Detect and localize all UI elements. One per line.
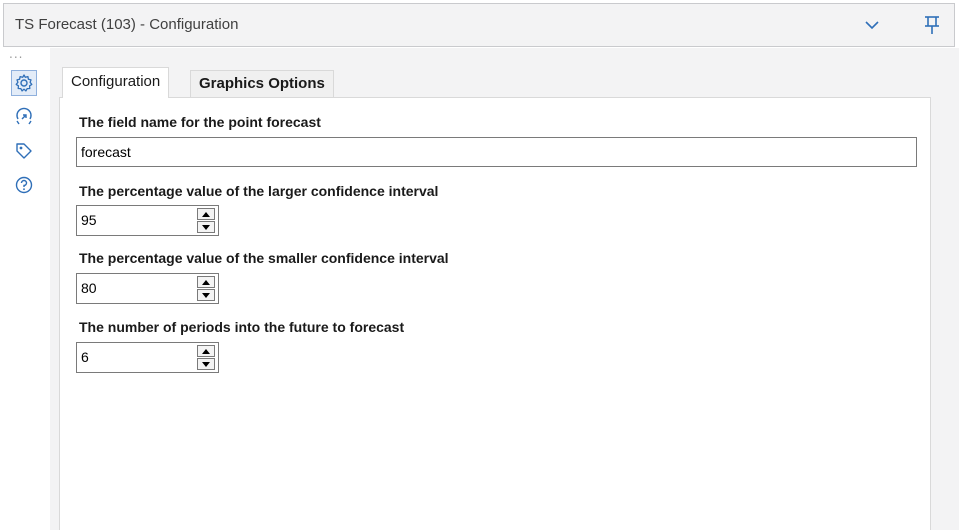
smaller-ci-increment-button[interactable] (197, 276, 215, 288)
pin-icon[interactable] (919, 12, 945, 38)
larger-ci-value[interactable]: 95 (81, 206, 97, 235)
periods-decrement-button[interactable] (197, 358, 215, 370)
tab-graphics-options[interactable]: Graphics Options (190, 70, 334, 98)
caret-up-icon (202, 279, 210, 285)
window-title: TS Forecast (103) - Configuration (15, 16, 239, 33)
gear-icon[interactable] (11, 70, 37, 96)
smaller-ci-label: The percentage value of the smaller conf… (79, 250, 449, 266)
point-forecast-label: The field name for the point forecast (79, 114, 321, 130)
caret-up-icon (202, 348, 210, 354)
caret-down-icon (202, 224, 210, 230)
title-bar: TS Forecast (103) - Configuration (3, 3, 955, 47)
smaller-ci-spinner[interactable]: 80 (76, 273, 219, 304)
smaller-ci-decrement-button[interactable] (197, 289, 215, 301)
caret-down-icon (202, 292, 210, 298)
smaller-ci-value[interactable]: 80 (81, 274, 97, 303)
caret-up-icon (202, 211, 210, 217)
larger-ci-decrement-button[interactable] (197, 221, 215, 233)
caret-down-icon (202, 361, 210, 367)
larger-ci-label: The percentage value of the larger confi… (79, 183, 439, 199)
annotation-arrow-icon[interactable] (11, 104, 37, 130)
larger-ci-spinner[interactable]: 95 (76, 205, 219, 236)
collapse-chevron-icon[interactable] (859, 12, 885, 38)
larger-ci-increment-button[interactable] (197, 208, 215, 220)
point-forecast-field[interactable]: forecast (76, 137, 917, 167)
help-circle-icon[interactable] (11, 172, 37, 198)
periods-increment-button[interactable] (197, 345, 215, 357)
tool-sidebar: ... (0, 48, 50, 530)
overflow-dots: ... (9, 47, 24, 61)
periods-spinner[interactable]: 6 (76, 342, 219, 373)
tab-configuration[interactable]: Configuration (62, 67, 170, 98)
periods-label: The number of periods into the future to… (79, 319, 405, 335)
periods-value[interactable]: 6 (81, 343, 89, 372)
configuration-window: TS Forecast (103) - Configuration ... Co… (0, 0, 959, 530)
tag-icon[interactable] (11, 138, 37, 164)
